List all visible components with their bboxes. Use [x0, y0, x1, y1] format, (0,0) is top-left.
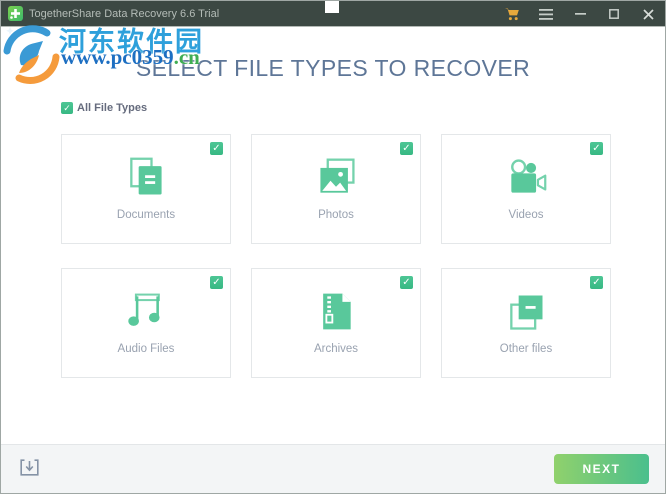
- all-file-types-checkbox[interactable]: ✓: [61, 102, 73, 114]
- file-type-label: Archives: [313, 343, 359, 355]
- file-type-card-videos[interactable]: ✓ Videos: [441, 134, 611, 244]
- file-type-grid: ✓ Documents ✓ Photos ✓ Videos ✓ Audio Fi…: [61, 134, 611, 378]
- file-type-card-audio[interactable]: ✓ Audio Files: [61, 268, 231, 378]
- file-type-label: Documents: [116, 209, 176, 221]
- photos-icon: [252, 153, 420, 203]
- window-title: TogetherShare Data Recovery 6.6 Trial: [29, 7, 220, 20]
- all-file-types-toggle[interactable]: ✓ All File Types: [61, 102, 147, 114]
- other-files-icon: [442, 287, 610, 337]
- check-icon: ✓: [592, 142, 601, 154]
- file-type-card-other[interactable]: ✓ Other files: [441, 268, 611, 378]
- download-icon[interactable]: [20, 459, 39, 479]
- file-type-label: Audio Files: [117, 343, 175, 355]
- file-type-card-documents[interactable]: ✓ Documents: [61, 134, 231, 244]
- file-type-card-photos[interactable]: ✓ Photos: [251, 134, 421, 244]
- titlebar: TogetherShare Data Recovery 6.6 Trial: [1, 1, 665, 27]
- file-type-label: Photos: [318, 209, 354, 221]
- check-icon: ✓: [63, 102, 71, 113]
- videos-icon: [442, 153, 610, 203]
- maximize-icon[interactable]: [597, 1, 631, 27]
- page-title: SELECT FILE TYPES TO RECOVER: [135, 55, 531, 81]
- next-button[interactable]: NEXT: [554, 454, 649, 484]
- hamburger-menu-icon[interactable]: [529, 1, 563, 27]
- close-icon[interactable]: [631, 1, 665, 27]
- check-icon: ✓: [592, 276, 601, 288]
- white-artifact: [325, 1, 339, 13]
- file-type-label: Videos: [508, 209, 544, 221]
- titlebar-actions: [495, 1, 665, 27]
- check-icon: ✓: [402, 276, 411, 288]
- check-icon: ✓: [402, 142, 411, 154]
- app-logo-icon: [8, 6, 23, 21]
- file-type-label: Other files: [499, 343, 553, 355]
- app-window: TogetherShare Data Recovery 6.6 Trial 河东…: [0, 0, 666, 494]
- cart-icon[interactable]: [495, 1, 529, 27]
- footer: NEXT: [1, 444, 665, 493]
- check-icon: ✓: [212, 276, 221, 288]
- check-icon: ✓: [212, 142, 221, 154]
- archives-icon: [252, 287, 420, 337]
- minimize-icon[interactable]: [563, 1, 597, 27]
- file-type-card-archives[interactable]: ✓ Archives: [251, 268, 421, 378]
- documents-icon: [62, 153, 230, 203]
- all-file-types-label: All File Types: [77, 102, 148, 114]
- audio-files-icon: [62, 287, 230, 337]
